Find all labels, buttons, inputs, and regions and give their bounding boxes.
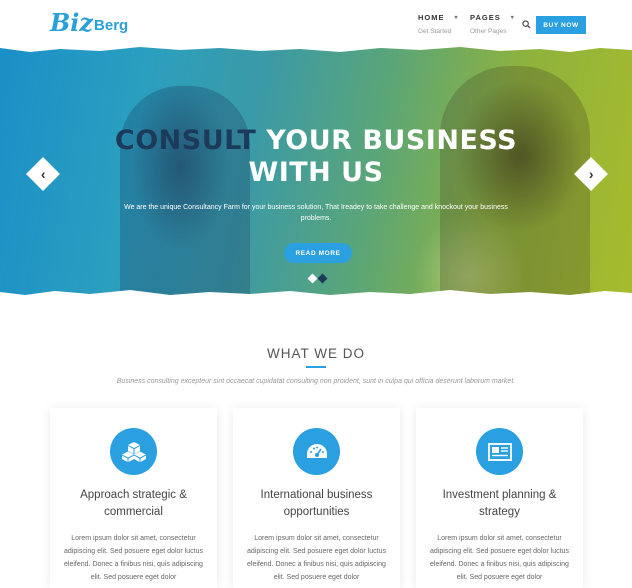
service-card: Approach strategic & commercial Lorem ip… <box>50 408 217 588</box>
card-title: Approach strategic & commercial <box>80 489 187 518</box>
logo-text: Berg <box>94 16 129 34</box>
torn-edge-top <box>0 46 632 52</box>
chevron-right-icon: › <box>588 165 594 182</box>
nav-home-sub: Get Started <box>418 28 452 35</box>
site-header: Biz Berg HOME ▾ Get Started PAGES ▾ Othe… <box>0 0 632 48</box>
search-icon[interactable] <box>522 20 531 29</box>
read-more-button[interactable]: READ MORE <box>284 243 352 263</box>
nav-home-label: HOME <box>418 13 445 22</box>
nav-item-home[interactable]: HOME ▾ Get Started <box>418 13 459 35</box>
chevron-down-icon: ▾ <box>510 15 515 21</box>
hero-title-highlight: CONSULT <box>114 125 257 156</box>
card-text: Lorem ipsum dolor sit amet, consectetur … <box>247 535 386 581</box>
torn-edge-bottom <box>0 290 632 298</box>
cubes-icon <box>110 428 157 475</box>
logo-mark: Biz <box>50 8 94 37</box>
service-card: International business opportunities Lor… <box>233 408 400 588</box>
hero-title-rest: YOUR BUSINESS <box>256 125 518 156</box>
chevron-left-icon: ‹ <box>40 165 46 182</box>
hero-title-line2: WITH US <box>248 157 384 188</box>
hero-slider: CONSULT YOUR BUSINESS WITH US We are the… <box>0 46 632 298</box>
dashboard-icon <box>293 428 340 475</box>
card-title: Investment planning & strategy <box>442 489 557 518</box>
hero-title-line1: CONSULT YOUR BUSINESS <box>0 124 632 157</box>
nav-pages-label: PAGES <box>470 13 501 22</box>
service-card: Investment planning & strategy Lorem ips… <box>416 408 583 588</box>
hero-description: We are the unique Consultancy Farm for y… <box>124 204 508 222</box>
buy-now-button[interactable]: BUY NOW <box>536 16 586 34</box>
card-text: Lorem ipsum dolor sit amet, consectetur … <box>64 535 203 581</box>
card-title: International business opportunities <box>260 489 373 518</box>
nav-pages-sub: Other Pages <box>470 28 507 35</box>
hero-figure-left <box>120 86 250 296</box>
chevron-down-icon: ▾ <box>454 15 459 21</box>
newspaper-icon <box>476 428 523 475</box>
section-subtitle: Business consulting excepteur sint occae… <box>116 378 516 385</box>
nav-item-pages[interactable]: PAGES ▾ Other Pages <box>470 13 515 35</box>
section-divider <box>306 366 326 368</box>
section-title: WHAT WE DO <box>267 346 365 361</box>
card-text: Lorem ipsum dolor sit amet, consectetur … <box>430 535 569 581</box>
site-logo[interactable]: Biz Berg <box>50 11 128 35</box>
